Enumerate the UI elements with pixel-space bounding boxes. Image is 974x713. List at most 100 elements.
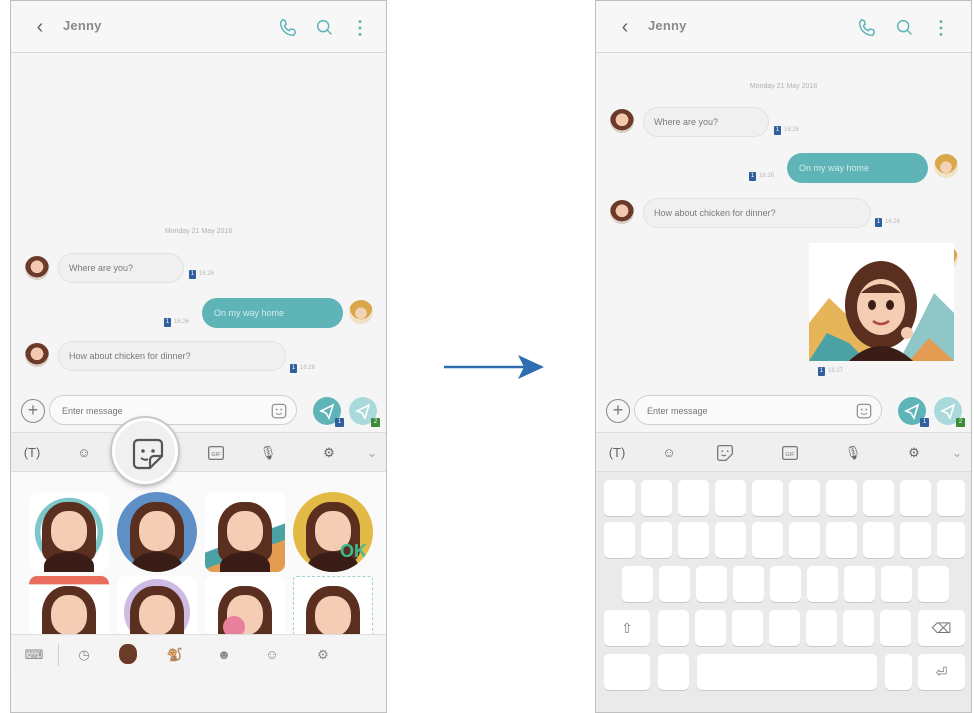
microphone-icon[interactable]: 🎙 bbox=[257, 442, 279, 464]
enter-key[interactable]: ⏎ bbox=[918, 654, 965, 690]
contact-avatar[interactable] bbox=[25, 256, 49, 280]
key[interactable] bbox=[937, 522, 965, 558]
settings-icon[interactable]: ⚙ bbox=[312, 644, 334, 666]
sticker-item[interactable]: OK bbox=[293, 492, 373, 572]
key[interactable] bbox=[900, 480, 931, 516]
attach-button[interactable]: + bbox=[21, 399, 45, 423]
microphone-icon[interactable]: 🎙 bbox=[842, 442, 864, 464]
key[interactable] bbox=[658, 654, 689, 690]
message-bubble-incoming[interactable]: Where are you? bbox=[58, 253, 184, 283]
send-sim1-button[interactable]: 1 bbox=[313, 397, 344, 427]
text-mode-icon[interactable]: (T) bbox=[21, 442, 43, 464]
backspace-key[interactable]: ⌫ bbox=[918, 610, 965, 646]
search-icon[interactable] bbox=[314, 17, 336, 39]
text-mode-icon[interactable]: (T) bbox=[606, 442, 628, 464]
animal-sticker-icon[interactable]: 🐒 bbox=[164, 644, 186, 666]
key[interactable] bbox=[807, 566, 838, 602]
message-input[interactable] bbox=[62, 402, 242, 420]
settings-icon[interactable]: ⚙ bbox=[318, 442, 340, 464]
sticker-tab-highlight[interactable] bbox=[112, 418, 178, 484]
sent-sticker-message[interactable] bbox=[809, 243, 954, 361]
key[interactable] bbox=[844, 566, 875, 602]
back-button[interactable]: ‹ bbox=[29, 15, 51, 39]
sim-badge: 1 bbox=[875, 218, 882, 227]
key[interactable] bbox=[826, 522, 857, 558]
chevron-down-icon[interactable]: ⌄ bbox=[946, 442, 968, 464]
character-sticker-icon[interactable]: ☺ bbox=[261, 644, 283, 666]
message-field[interactable] bbox=[49, 395, 297, 425]
key[interactable] bbox=[881, 566, 912, 602]
key[interactable] bbox=[770, 566, 801, 602]
message-field[interactable] bbox=[634, 395, 882, 425]
key[interactable] bbox=[641, 480, 672, 516]
key[interactable] bbox=[789, 522, 820, 558]
attach-button[interactable]: + bbox=[606, 399, 630, 423]
face-sticker-icon[interactable]: ☻ bbox=[213, 644, 235, 666]
contact-avatar[interactable] bbox=[610, 109, 634, 133]
sticker-icon[interactable] bbox=[714, 442, 736, 464]
chevron-down-icon[interactable]: ⌄ bbox=[361, 442, 383, 464]
keyboard-icon[interactable]: ⌨ bbox=[23, 644, 45, 666]
key[interactable] bbox=[604, 480, 635, 516]
key[interactable] bbox=[843, 610, 874, 646]
key[interactable] bbox=[696, 566, 727, 602]
sticker-shortcut-icon[interactable] bbox=[270, 402, 288, 420]
key[interactable] bbox=[826, 480, 857, 516]
my-emoji-icon[interactable] bbox=[117, 644, 139, 666]
contact-avatar[interactable] bbox=[25, 343, 49, 367]
key[interactable] bbox=[900, 522, 931, 558]
emoji-icon[interactable]: ☺ bbox=[73, 442, 95, 464]
settings-icon[interactable]: ⚙ bbox=[903, 442, 925, 464]
gif-icon[interactable]: GIF bbox=[205, 442, 227, 464]
phone-call-icon[interactable] bbox=[856, 17, 878, 39]
message-bubble-incoming[interactable]: Where are you? bbox=[643, 107, 769, 137]
send-sim2-button[interactable]: 2 bbox=[934, 397, 965, 427]
key[interactable] bbox=[715, 522, 746, 558]
key[interactable] bbox=[733, 566, 764, 602]
key[interactable] bbox=[880, 610, 911, 646]
sticker-shortcut-icon[interactable] bbox=[855, 402, 873, 420]
gif-icon[interactable]: GIF bbox=[779, 442, 801, 464]
key[interactable] bbox=[732, 610, 763, 646]
key[interactable] bbox=[885, 654, 912, 690]
symbols-key[interactable] bbox=[604, 654, 650, 690]
key[interactable] bbox=[715, 480, 746, 516]
key[interactable] bbox=[678, 522, 709, 558]
key[interactable] bbox=[641, 522, 672, 558]
more-options-icon[interactable] bbox=[349, 17, 371, 39]
message-bubble-incoming[interactable]: How about chicken for dinner? bbox=[58, 341, 286, 371]
key[interactable] bbox=[622, 566, 653, 602]
message-bubble-incoming[interactable]: How about chicken for dinner? bbox=[643, 198, 871, 228]
sticker-item[interactable] bbox=[117, 492, 197, 572]
back-button[interactable]: ‹ bbox=[614, 15, 636, 39]
sticker-item[interactable] bbox=[205, 492, 285, 572]
send-sim1-button[interactable]: 1 bbox=[898, 397, 929, 427]
search-icon[interactable] bbox=[894, 17, 916, 39]
key[interactable] bbox=[918, 566, 949, 602]
key[interactable] bbox=[789, 480, 820, 516]
message-bubble-outgoing[interactable]: On my way home bbox=[202, 298, 343, 328]
key[interactable] bbox=[937, 480, 965, 516]
key[interactable] bbox=[658, 610, 689, 646]
contact-avatar[interactable] bbox=[610, 200, 634, 224]
emoji-icon[interactable]: ☺ bbox=[658, 442, 680, 464]
key[interactable] bbox=[863, 480, 894, 516]
message-input[interactable] bbox=[647, 402, 827, 420]
key[interactable] bbox=[695, 610, 726, 646]
key[interactable] bbox=[806, 610, 837, 646]
key[interactable] bbox=[678, 480, 709, 516]
more-options-icon[interactable] bbox=[930, 17, 952, 39]
key[interactable] bbox=[604, 522, 635, 558]
key[interactable] bbox=[752, 480, 783, 516]
sticker-item[interactable] bbox=[29, 492, 109, 572]
shift-key[interactable]: ⇧ bbox=[604, 610, 650, 646]
space-key[interactable] bbox=[697, 654, 877, 690]
key[interactable] bbox=[863, 522, 894, 558]
phone-call-icon[interactable] bbox=[277, 17, 299, 39]
key[interactable] bbox=[769, 610, 800, 646]
key[interactable] bbox=[659, 566, 690, 602]
recent-icon[interactable]: ◷ bbox=[73, 644, 95, 666]
key[interactable] bbox=[752, 522, 783, 558]
send-sim2-button[interactable]: 2 bbox=[349, 397, 380, 427]
message-bubble-outgoing[interactable]: On my way home bbox=[787, 153, 928, 183]
